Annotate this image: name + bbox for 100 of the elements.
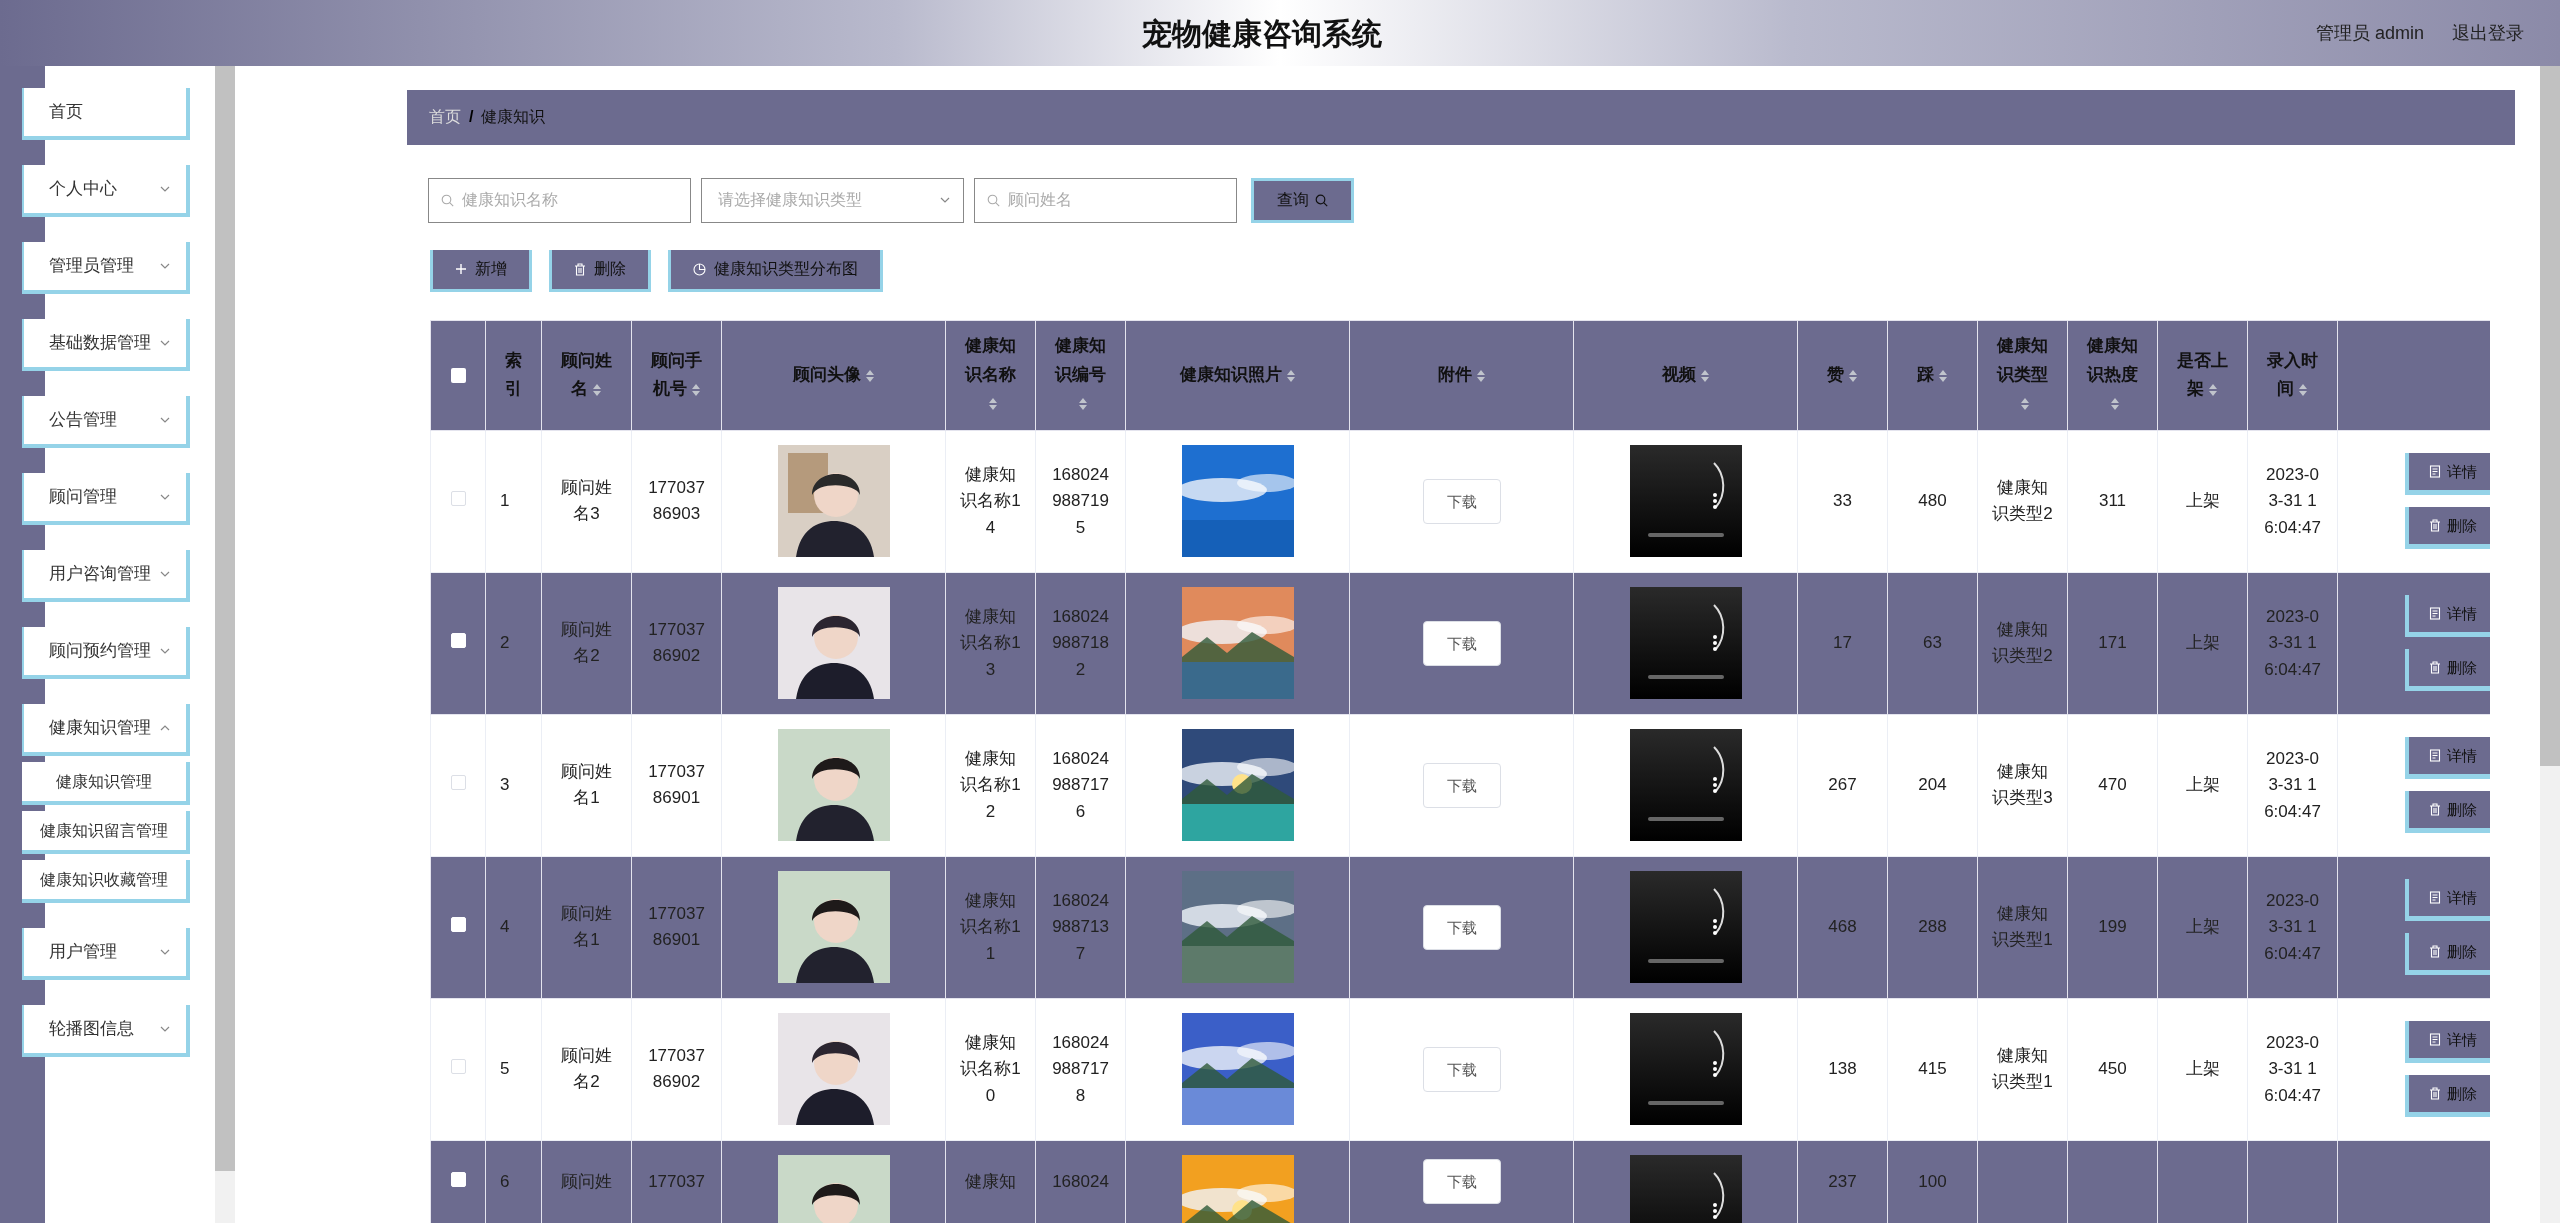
table-cell: 17703786903 (648, 478, 705, 524)
trash-icon (2429, 661, 2441, 675)
table-cell: 33 (1833, 491, 1852, 511)
sidebar-item[interactable]: 用户管理 (22, 928, 190, 980)
column-header[interactable]: 健康知识名称 (945, 320, 1036, 431)
sidebar-item[interactable]: 基础数据管理 (22, 319, 190, 371)
toolbar-button[interactable]: 新增 (430, 249, 532, 292)
delete-button[interactable]: 删除 (2405, 1075, 2490, 1118)
table-cell: 健康知识名称11 (960, 890, 1021, 963)
detail-button[interactable]: 详情 (2405, 1021, 2490, 1064)
download-button[interactable]: 下载 (1422, 762, 1501, 808)
search-icon (987, 193, 1000, 207)
sidebar-item[interactable]: 轮播图信息 (22, 1005, 190, 1057)
detail-button[interactable]: 详情 (2405, 595, 2490, 638)
table-cell: 17703786901 (648, 904, 705, 950)
sidebar-subitem[interactable]: 健康知识收藏管理 (22, 860, 190, 903)
trash-icon (2429, 519, 2441, 533)
detail-button[interactable]: 详情 (2405, 879, 2490, 922)
table-cell: 健康知识类型1 (1992, 904, 2053, 950)
download-button[interactable]: 下载 (1422, 1046, 1501, 1092)
plus-icon (455, 263, 467, 276)
sidebar-item[interactable]: 个人中心 (22, 165, 190, 217)
table-cell: 17703786902 (648, 1046, 705, 1092)
checkbox[interactable] (450, 368, 466, 383)
sidebar-item[interactable]: 顾问预约管理 (22, 627, 190, 679)
search-icon (1315, 193, 1328, 207)
table-cell: 1680249887137 (1052, 890, 1109, 963)
trash-icon (2429, 945, 2441, 959)
sidebar-item[interactable]: 公告管理 (22, 396, 190, 448)
sidebar-item[interactable]: 用户咨询管理 (22, 550, 190, 602)
column-header[interactable]: 健康知识编号 (1035, 320, 1126, 431)
table-cell: 上架 (2185, 633, 2220, 653)
table-cell: 健康知识名称10 (960, 1032, 1021, 1105)
search-field[interactable]: 顾问姓名 (974, 177, 1237, 223)
table-cell: 267 (1828, 775, 1857, 795)
download-button[interactable]: 下载 (1422, 904, 1501, 950)
logout-link[interactable]: 退出登录 (2452, 19, 2524, 47)
table-cell: 顾问姓 (561, 1171, 612, 1191)
sidebar-scrollbar[interactable] (215, 66, 235, 1223)
table-cell: 顾问姓名2 (561, 620, 612, 666)
page-scrollbar[interactable] (2540, 66, 2560, 1223)
delete-button[interactable]: 删除 (2405, 933, 2490, 976)
detail-button[interactable]: 详情 (2405, 737, 2490, 780)
table-cell: 2 (500, 633, 510, 653)
table-cell: 健康知识类型2 (1992, 620, 2053, 666)
column-header[interactable]: 健康知识热度 (2067, 320, 2158, 431)
detail-button[interactable]: 详情 (2405, 453, 2490, 496)
sidebar-item[interactable]: 顾问管理 (22, 473, 190, 525)
table-cell: 上架 (2185, 491, 2220, 511)
table-cell: 6 (500, 1171, 510, 1191)
type-select[interactable]: 请选择健康知识类型 (701, 177, 964, 223)
sidebar-item[interactable]: 管理员管理 (22, 242, 190, 294)
table-cell: 健康知 (965, 1171, 1016, 1191)
sidebar-item[interactable]: 首页 (22, 88, 190, 140)
search-icon (441, 193, 454, 207)
table-cell: 5 (500, 1059, 510, 1079)
checkbox[interactable] (450, 775, 466, 791)
table-cell: 3 (500, 775, 510, 795)
query-button[interactable]: 查询 (1251, 177, 1354, 223)
column-header[interactable]: 附件 (1349, 320, 1574, 431)
column-header[interactable]: 顾问姓名 (541, 320, 632, 431)
column-header[interactable]: 顾问手机号 (631, 320, 722, 431)
delete-button[interactable]: 删除 (2405, 507, 2490, 550)
sidebar-subitem[interactable]: 健康知识留言管理 (22, 811, 190, 854)
column-header[interactable]: 赞 (1797, 320, 1888, 431)
table-cell: 450 (2098, 1059, 2127, 1079)
column-header[interactable]: 健康知识类型 (1977, 320, 2068, 431)
breadcrumb-item[interactable]: 首页 (429, 105, 461, 130)
column-header[interactable]: 录入时间 (2247, 320, 2338, 431)
table-cell: 顾问姓名3 (561, 478, 612, 524)
table-cell: 顾问姓名1 (561, 904, 612, 950)
sidebar-item[interactable]: 健康知识管理 (22, 704, 190, 756)
search-field[interactable]: 健康知识名称 (428, 177, 691, 223)
document-icon (2429, 607, 2441, 621)
column-header[interactable]: 踩 (1887, 320, 1978, 431)
column-header[interactable]: 健康知识照片 (1125, 320, 1350, 431)
delete-button[interactable]: 删除 (2405, 649, 2490, 692)
column-header[interactable]: 视频 (1573, 320, 1798, 431)
download-button[interactable]: 下载 (1422, 620, 1501, 666)
table-cell: 100 (1918, 1171, 1947, 1191)
breadcrumb-separator: / (469, 107, 474, 128)
table-cell: 171 (2098, 633, 2127, 653)
column-header[interactable]: 是否上架 (2157, 320, 2248, 431)
column-header[interactable]: 顾问头像 (721, 320, 946, 431)
download-button[interactable]: 下载 (1422, 478, 1501, 524)
table-cell: 顾问姓名2 (561, 1046, 612, 1092)
toolbar-button[interactable]: 删除 (549, 249, 651, 292)
column-header: 索引 (485, 320, 542, 431)
table-cell: 健康知识类型2 (1992, 478, 2053, 524)
sidebar-subitem[interactable]: 健康知识管理 (22, 762, 190, 805)
delete-button[interactable]: 删除 (2405, 791, 2490, 834)
trash-icon (2429, 1087, 2441, 1101)
toolbar-button[interactable]: 健康知识类型分布图 (668, 249, 883, 292)
table-cell: 204 (1918, 775, 1947, 795)
checkbox[interactable] (450, 1059, 466, 1075)
document-icon (2429, 891, 2441, 905)
document-icon (2429, 749, 2441, 763)
download-button[interactable]: 下载 (1422, 1159, 1501, 1205)
checkbox[interactable] (450, 491, 466, 507)
table-cell: 2023-03-31 16:04:47 (2264, 890, 2321, 963)
